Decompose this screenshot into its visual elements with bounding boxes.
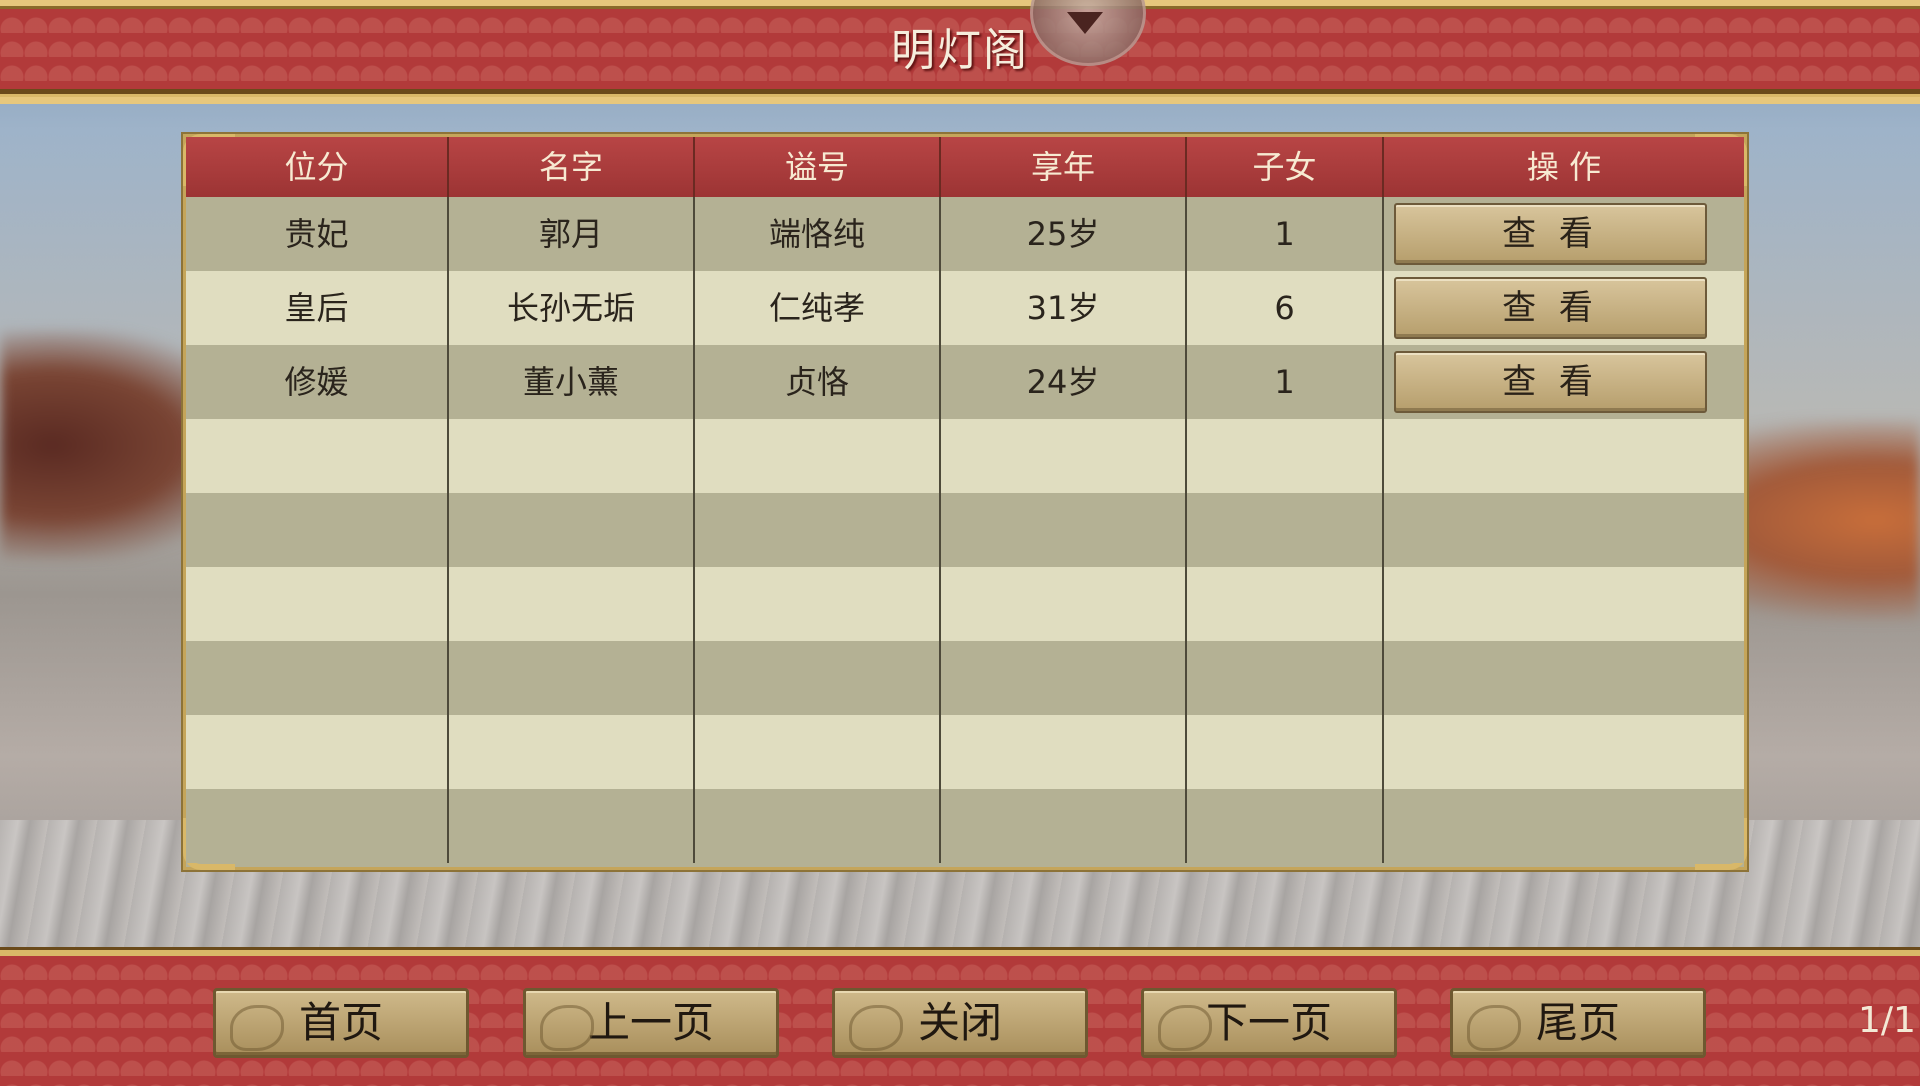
previous-page-label: 上一页: [587, 998, 714, 1047]
empty-cell: [1187, 419, 1384, 493]
close-label: 关闭: [917, 998, 1002, 1047]
empty-cell: [941, 493, 1187, 567]
last-page-button[interactable]: 尾页: [1450, 988, 1706, 1058]
first-page-button[interactable]: 首页: [213, 988, 469, 1058]
dragon-icon: [540, 1005, 594, 1051]
column-header-rank: 位分: [186, 137, 449, 197]
cell-rank: 修媛: [186, 345, 449, 419]
empty-table-row: [186, 641, 1744, 715]
column-header-name: 名字: [449, 137, 695, 197]
column-header-posthumous-title: 谥号: [695, 137, 941, 197]
empty-cell: [695, 641, 941, 715]
column-header-children: 子女: [1187, 137, 1384, 197]
cell-age: 25岁: [941, 197, 1187, 271]
empty-cell: [941, 715, 1187, 789]
empty-cell: [941, 419, 1187, 493]
empty-cell: [941, 789, 1187, 863]
dragon-icon: [230, 1005, 284, 1051]
cell-age: 24岁: [941, 345, 1187, 419]
view-button[interactable]: 查 看: [1394, 351, 1707, 413]
empty-cell: [1384, 641, 1744, 715]
table-body: 贵妃 郭月 端恪纯 25岁 1 查 看 皇后 长孙无垢 仁纯孝 31岁 6 查 …: [186, 197, 1744, 863]
cell-rank: 皇后: [186, 271, 449, 345]
empty-cell: [1187, 493, 1384, 567]
empty-table-row: [186, 493, 1744, 567]
empty-cell: [695, 419, 941, 493]
empty-cell: [695, 789, 941, 863]
empty-cell: [186, 789, 449, 863]
cell-name: 长孙无垢: [449, 271, 695, 345]
table-header: 位分 名字 谥号 享年 子女 操 作: [186, 137, 1744, 197]
view-button[interactable]: 查 看: [1394, 203, 1707, 265]
empty-cell: [186, 715, 449, 789]
column-header-action: 操 作: [1526, 148, 1602, 186]
empty-table-row: [186, 567, 1744, 641]
cell-posthumous-title: 端恪纯: [695, 197, 941, 271]
dragon-icon: [1467, 1005, 1521, 1051]
previous-page-button[interactable]: 上一页: [523, 988, 779, 1058]
cell-name: 郭月: [449, 197, 695, 271]
first-page-label: 首页: [298, 998, 383, 1047]
empty-cell: [186, 419, 449, 493]
page-title: 明灯阁: [891, 25, 1029, 76]
empty-table-row: [186, 715, 1744, 789]
cell-action: 查 看: [1384, 271, 1744, 345]
empty-cell: [186, 567, 449, 641]
table-row: 贵妃 郭月 端恪纯 25岁 1 查 看: [186, 197, 1744, 271]
empty-cell: [449, 641, 695, 715]
empty-cell: [941, 567, 1187, 641]
empty-cell: [1187, 567, 1384, 641]
page-indicator: 1/1: [1858, 1000, 1916, 1041]
empty-cell: [449, 419, 695, 493]
empty-cell: [186, 493, 449, 567]
cell-rank: 贵妃: [186, 197, 449, 271]
cell-name: 董小薰: [449, 345, 695, 419]
record-table: 位分 名字 谥号 享年 子女 操 作 贵妃 郭月 端恪纯 25岁 1 查 看 皇…: [183, 134, 1747, 870]
empty-table-row: [186, 419, 1744, 493]
empty-cell: [1384, 419, 1744, 493]
cell-action: 查 看: [1384, 197, 1744, 271]
next-page-label: 下一页: [1205, 998, 1332, 1047]
cell-children: 1: [1187, 345, 1384, 419]
empty-cell: [1384, 567, 1744, 641]
empty-cell: [1187, 789, 1384, 863]
next-page-button[interactable]: 下一页: [1141, 988, 1397, 1058]
dragon-icon: [849, 1005, 903, 1051]
close-button[interactable]: 关闭: [832, 988, 1088, 1058]
cell-posthumous-title: 贞恪: [695, 345, 941, 419]
empty-cell: [695, 493, 941, 567]
empty-cell: [695, 715, 941, 789]
column-header-age: 享年: [941, 137, 1187, 197]
empty-cell: [1384, 493, 1744, 567]
empty-cell: [695, 567, 941, 641]
cell-posthumous-title: 仁纯孝: [695, 271, 941, 345]
dragon-icon: [1158, 1005, 1212, 1051]
cell-children: 1: [1187, 197, 1384, 271]
empty-cell: [1187, 641, 1384, 715]
empty-cell: [1384, 715, 1744, 789]
table-row: 皇后 长孙无垢 仁纯孝 31岁 6 查 看: [186, 271, 1744, 345]
empty-cell: [449, 493, 695, 567]
empty-cell: [449, 567, 695, 641]
empty-cell: [449, 789, 695, 863]
empty-cell: [1187, 715, 1384, 789]
last-page-label: 尾页: [1535, 998, 1620, 1047]
cell-age: 31岁: [941, 271, 1187, 345]
cell-action: 查 看: [1384, 345, 1744, 419]
view-button[interactable]: 查 看: [1394, 277, 1707, 339]
cell-children: 6: [1187, 271, 1384, 345]
empty-cell: [449, 715, 695, 789]
empty-cell: [1384, 789, 1744, 863]
table-row: 修媛 董小薰 贞恪 24岁 1 查 看: [186, 345, 1744, 419]
empty-table-row: [186, 789, 1744, 863]
empty-cell: [941, 641, 1187, 715]
empty-cell: [186, 641, 449, 715]
